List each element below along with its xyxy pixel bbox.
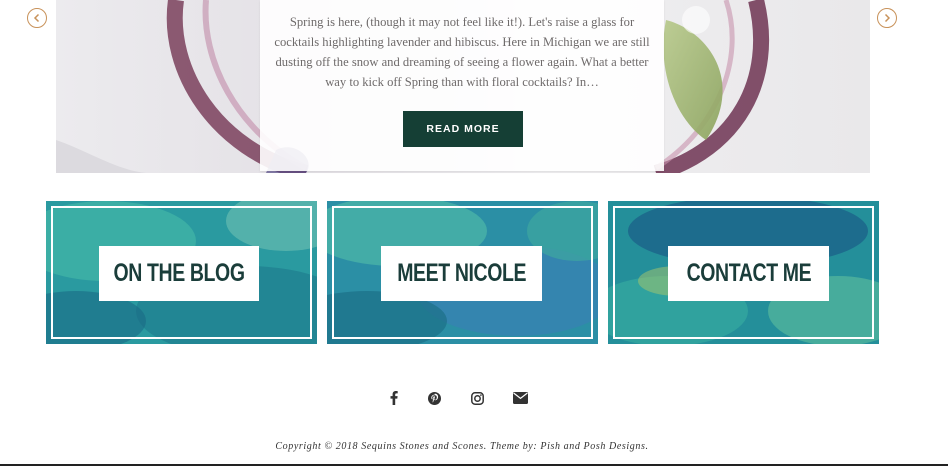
tile-label: ON THE BLOG xyxy=(113,259,245,287)
slider-next-button[interactable] xyxy=(877,8,897,28)
instagram-icon[interactable] xyxy=(467,388,487,408)
chevron-right-icon xyxy=(884,13,891,23)
copyright-text: Copyright © 2018 Sequins Stones and Scon… xyxy=(275,441,649,452)
social-links xyxy=(0,388,948,408)
read-more-button[interactable]: READ MORE xyxy=(403,111,523,147)
tile-label-box: MEET NICOLE xyxy=(381,246,542,301)
tile-label-box: ON THE BLOG xyxy=(99,246,259,301)
tile-label-box: CONTACT ME xyxy=(668,246,829,301)
promo-tile-contact[interactable]: CONTACT ME xyxy=(608,201,879,344)
slider-prev-button[interactable] xyxy=(27,8,47,28)
tile-label: MEET NICOLE xyxy=(397,259,526,287)
pinterest-icon[interactable] xyxy=(424,388,444,408)
promo-tile-meet-nicole[interactable]: MEET NICOLE xyxy=(327,201,598,344)
facebook-icon[interactable] xyxy=(384,388,404,408)
tile-label: CONTACT ME xyxy=(686,259,811,287)
post-excerpt: Spring is here, (though it may not feel … xyxy=(274,15,650,89)
promo-tile-blog[interactable]: ON THE BLOG xyxy=(46,201,317,344)
chevron-left-icon xyxy=(33,13,40,23)
post-excerpt-card: Spring is here, (though it may not feel … xyxy=(260,0,664,171)
mail-icon[interactable] xyxy=(510,388,530,408)
